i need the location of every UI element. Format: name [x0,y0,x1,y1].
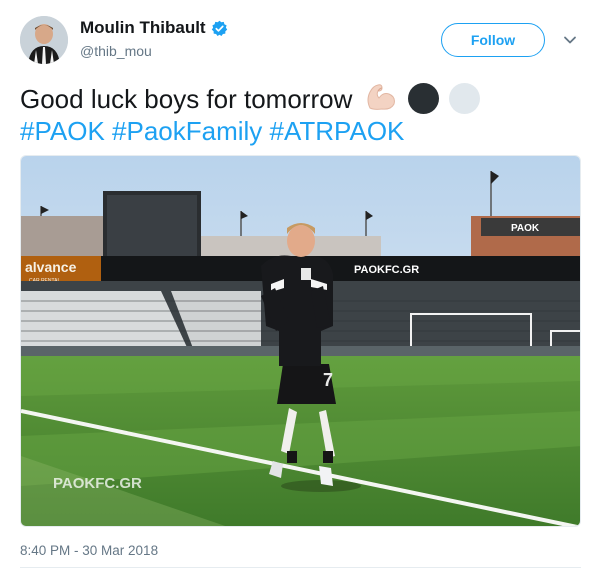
author-handle[interactable]: @thib_mou [80,43,152,59]
author-name-row: Moulin Thibault [80,18,228,38]
avatar[interactable] [20,16,68,64]
flexed-biceps-icon [367,84,395,110]
tweet-timestamp[interactable]: 8:40 PM - 30 Mar 2018 [20,543,158,558]
left-board-text: alvance [25,259,77,275]
tweet-body: Good luck boys for tomorrow [20,84,353,114]
hashtag-paokfamily[interactable]: #PaokFamily [112,116,262,146]
white-circle-icon [449,83,481,114]
photo-watermark: PAOKFC.GR [53,475,142,492]
follow-button[interactable]: Follow [441,23,545,57]
hashtags: #PAOK #PaokFamily #ATRPAOK [20,115,404,148]
black-circle-icon [407,83,439,114]
tweet-photo[interactable]: PAOK alvance CAR RENTAL PAOKFC.GR [20,155,581,527]
hashtag-atrpaok[interactable]: #ATRPAOK [270,116,405,146]
tweet-text: Good luck boys for tomorrow [20,82,590,116]
right-board-text: PAOK [511,223,540,234]
center-board-text: PAOKFC.GR [354,264,419,276]
avatar-player-photo [20,16,68,64]
divider [20,567,581,568]
chevron-down-icon[interactable] [563,33,577,47]
verified-badge-icon [211,20,227,36]
hashtag-paok[interactable]: #PAOK [20,116,105,146]
shirt-number: 7 [323,370,333,390]
photo-player-running: PAOK alvance CAR RENTAL PAOKFC.GR [21,156,580,526]
author-name[interactable]: Moulin Thibault [80,18,206,38]
